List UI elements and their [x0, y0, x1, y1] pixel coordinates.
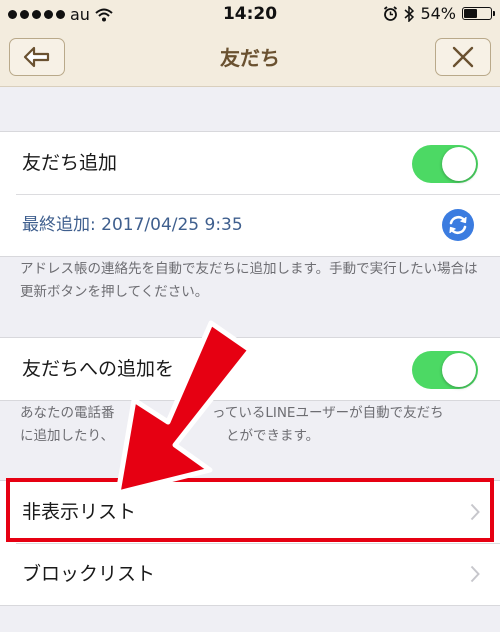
navigation-bar: 友だち [0, 30, 500, 87]
alarm-icon [384, 6, 398, 21]
battery-percent: 54% [420, 4, 456, 23]
bluetooth-icon [404, 5, 415, 22]
status-bar: au 14:20 54% [0, 0, 500, 30]
chevron-right-icon [470, 565, 480, 583]
page-title: 友だち [220, 46, 280, 70]
close-button[interactable] [435, 38, 491, 76]
last-added-row: 最終追加: 2017/04/25 9:35 [0, 194, 500, 256]
close-icon [452, 46, 474, 68]
auto-add-description: アドレス帳の連絡先を自動で友だちに追加します。手動で実行したい場合は更新ボタンを… [20, 261, 478, 300]
refresh-icon [449, 215, 467, 235]
toggle-knob [442, 147, 476, 181]
allow-add-description: あなたの電話番 っているLINEユーザーが自動で友だち に追加したり、 とができ… [20, 402, 480, 450]
auto-add-label: 友だち追加 [22, 152, 118, 174]
auto-add-toggle[interactable] [412, 145, 478, 183]
allow-add-label: 友だちへの追加を [22, 358, 175, 380]
allow-add-desc-part3: に追加したり、 [20, 428, 114, 444]
highlight-box [6, 478, 494, 542]
allow-add-desc-part1: あなたの電話番 [20, 405, 115, 421]
last-added-timestamp: 最終追加: 2017/04/25 9:35 [22, 215, 243, 235]
allow-add-desc-part4: とができます。 [226, 428, 320, 444]
allow-add-toggle[interactable] [412, 351, 478, 389]
battery-icon [462, 7, 495, 20]
allow-add-row: 友だちへの追加を [0, 338, 500, 400]
auto-add-section: 友だち追加 最終追加: 2017/04/25 9:35 [0, 131, 500, 257]
allow-add-desc-part2: っているLINEユーザーが自動で友だち [212, 405, 444, 421]
status-right: 54% [383, 4, 495, 23]
auto-add-row: 友だち追加 [0, 132, 500, 194]
toggle-knob [442, 353, 476, 387]
block-list-label: ブロックリスト [22, 563, 156, 585]
block-list-row[interactable]: ブロックリスト [0, 543, 500, 605]
refresh-button[interactable] [442, 209, 474, 241]
allow-add-section: 友だちへの追加を [0, 337, 500, 401]
